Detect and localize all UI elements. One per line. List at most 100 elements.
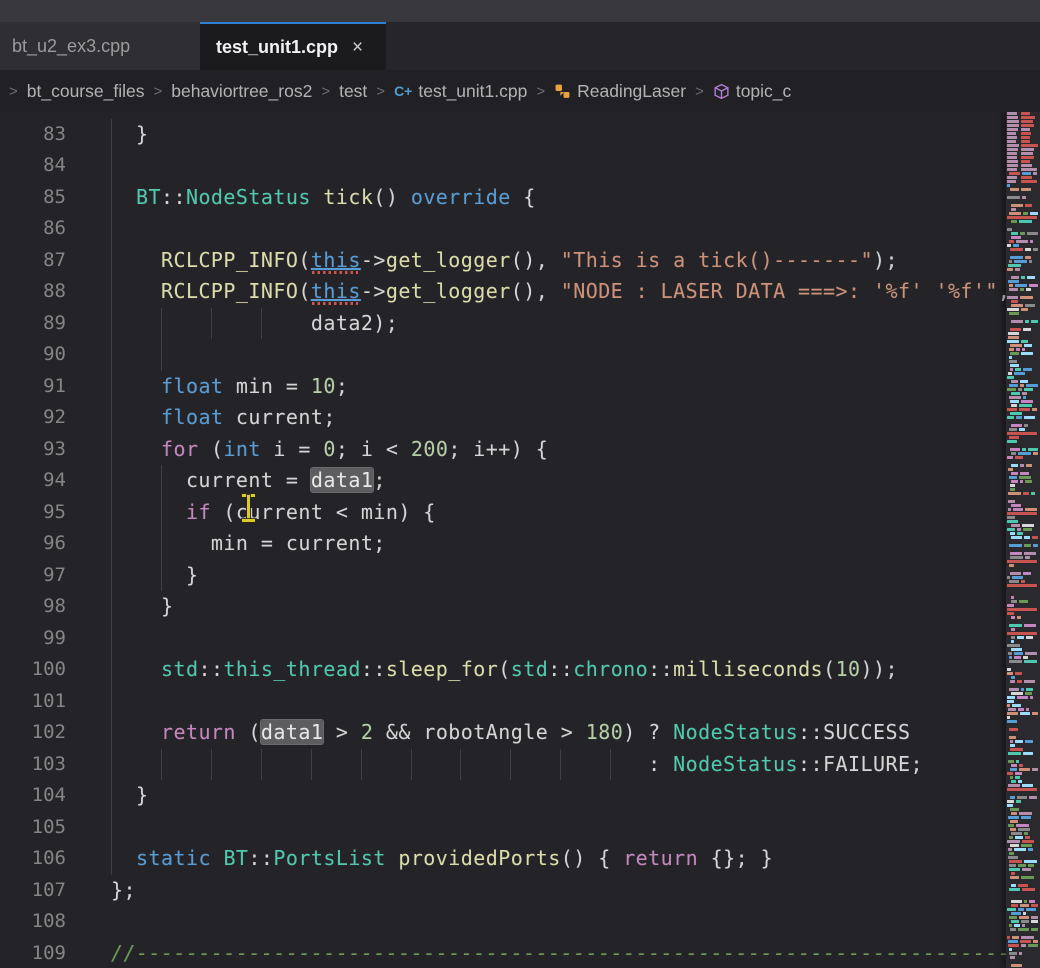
code-token: std — [161, 657, 198, 681]
minimap-row — [1006, 548, 1040, 551]
code-line[interactable]: 84 — [0, 150, 1006, 182]
minimap-row — [1006, 192, 1040, 195]
line-number: 105 — [0, 812, 66, 844]
minimap-row — [1006, 536, 1040, 539]
line-number: 95 — [0, 497, 66, 529]
code-line[interactable]: 91 float min = 10; — [0, 371, 1006, 403]
breadcrumb-item-test_unit1[interactable]: C+ test_unit1.cpp — [394, 81, 527, 102]
code-token: BT — [136, 185, 161, 209]
code-line[interactable]: 104 } — [0, 780, 1006, 812]
line-number: 87 — [0, 245, 66, 277]
code-text: min = current; — [111, 528, 386, 560]
minimap-row — [1006, 276, 1040, 279]
code-text: BT::NodeStatus tick() override { — [111, 182, 536, 214]
code-line[interactable]: 94 current = data1; — [0, 465, 1006, 497]
breadcrumb-item-bt_course_files[interactable]: bt_course_files — [27, 81, 145, 102]
minimap-row — [1006, 272, 1040, 275]
code-line[interactable]: 109//-----------------------------------… — [0, 938, 1006, 968]
code-text: for (int i = 0; i < 200; i++) { — [111, 434, 548, 466]
code-token: FAILURE; — [823, 752, 923, 776]
line-number: 86 — [0, 213, 66, 245]
code-token — [111, 500, 186, 524]
minimap-row — [1006, 320, 1040, 323]
minimap-row — [1006, 576, 1040, 579]
minimap-row — [1006, 120, 1040, 123]
code-area[interactable]: 82 ");83 }8485 BT::NodeStatus tick() ove… — [0, 112, 1006, 968]
code-line[interactable]: 93 for (int i = 0; i < 200; i++) { — [0, 434, 1006, 466]
code-text: float min = 10; — [111, 371, 348, 403]
minimap[interactable] — [1006, 112, 1040, 968]
minimap-row — [1006, 336, 1040, 339]
minimap-row — [1006, 560, 1040, 563]
code-line[interactable]: 96 min = current; — [0, 528, 1006, 560]
minimap-row — [1006, 448, 1040, 451]
code-line[interactable]: 103 : NodeStatus::FAILURE; — [0, 749, 1006, 781]
breadcrumb-item-ReadingLaser[interactable]: ReadingLaser — [554, 81, 686, 102]
code-line[interactable]: 97 } — [0, 560, 1006, 592]
code-line[interactable]: 98 } — [0, 591, 1006, 623]
code-line[interactable]: 106 static BT::PortsList providedPorts()… — [0, 843, 1006, 875]
line-number: 107 — [0, 875, 66, 907]
minimap-row — [1006, 316, 1040, 319]
close-icon[interactable]: × — [352, 38, 363, 57]
indent-guide — [111, 339, 112, 371]
code-line[interactable]: 107}; — [0, 875, 1006, 907]
minimap-row — [1006, 440, 1040, 443]
code-line[interactable]: 101 — [0, 686, 1006, 718]
minimap-row — [1006, 700, 1040, 703]
indent-guide — [111, 686, 112, 718]
code-line[interactable]: 90 — [0, 339, 1006, 371]
code-line[interactable]: 86 — [0, 213, 1006, 245]
minimap-row — [1006, 428, 1040, 431]
minimap-row — [1006, 840, 1040, 843]
code-text: current = data1; — [111, 465, 386, 497]
minimap-row — [1006, 452, 1040, 455]
code-line[interactable]: 99 — [0, 623, 1006, 655]
code-line[interactable]: 102 return (data1 > 2 && robotAngle > 18… — [0, 717, 1006, 749]
minimap-row — [1006, 640, 1040, 643]
code-text: RCLCPP_INFO(this->get_logger(), "This is… — [111, 245, 898, 277]
minimap-row — [1006, 644, 1040, 647]
minimap-row — [1006, 288, 1040, 291]
breadcrumb-item-topic[interactable]: topic_c — [713, 81, 791, 102]
symbol-method-icon — [713, 83, 730, 100]
code-line[interactable]: 88 RCLCPP_INFO(this->get_logger(), "NODE… — [0, 276, 1006, 308]
code-line[interactable]: 108 — [0, 906, 1006, 938]
minimap-row — [1006, 312, 1040, 315]
minimap-row — [1006, 944, 1040, 947]
code-token — [111, 657, 161, 681]
editor[interactable]: 82 ");83 }8485 BT::NodeStatus tick() ove… — [0, 112, 1040, 968]
minimap-row — [1006, 164, 1040, 167]
tab-test_unit1[interactable]: test_unit1.cpp × — [200, 22, 386, 70]
minimap-row — [1006, 772, 1040, 775]
code-token: :: — [798, 752, 823, 776]
minimap-row — [1006, 924, 1040, 927]
tab-bar: bt_u2_ex3.cpp test_unit1.cpp × — [0, 22, 1040, 70]
minimap-row — [1006, 952, 1040, 955]
minimap-row — [1006, 900, 1040, 903]
code-line[interactable]: 105 — [0, 812, 1006, 844]
code-text: }; — [111, 875, 136, 907]
code-line[interactable]: 87 RCLCPP_INFO(this->get_logger(), "This… — [0, 245, 1006, 277]
code-line[interactable]: 83 } — [0, 119, 1006, 151]
breadcrumb-item-test[interactable]: test — [339, 81, 367, 102]
code-line[interactable]: 100 std::this_thread::sleep_for(std::chr… — [0, 654, 1006, 686]
minimap-row — [1006, 148, 1040, 151]
breadcrumb-item-behaviortree_ros2[interactable]: behaviortree_ros2 — [171, 81, 312, 102]
code-line[interactable]: 92 float current; — [0, 402, 1006, 434]
minimap-row — [1006, 648, 1040, 651]
minimap-row — [1006, 188, 1040, 191]
minimap-row — [1006, 956, 1040, 959]
minimap-row — [1006, 532, 1040, 535]
code-line[interactable]: 85 BT::NodeStatus tick() override { — [0, 182, 1006, 214]
indent-guide — [111, 213, 112, 245]
minimap-row — [1006, 408, 1040, 411]
minimap-row — [1006, 252, 1040, 255]
code-line[interactable]: 89 data2); — [0, 308, 1006, 340]
minimap-row — [1006, 964, 1040, 967]
cpp-file-icon: C+ — [394, 83, 412, 99]
tab-bt_u2_ex3[interactable]: bt_u2_ex3.cpp — [0, 22, 200, 70]
code-text: float current; — [111, 402, 336, 434]
code-line[interactable]: 95 if (current < min) { — [0, 497, 1006, 529]
code-token: float — [161, 405, 223, 429]
